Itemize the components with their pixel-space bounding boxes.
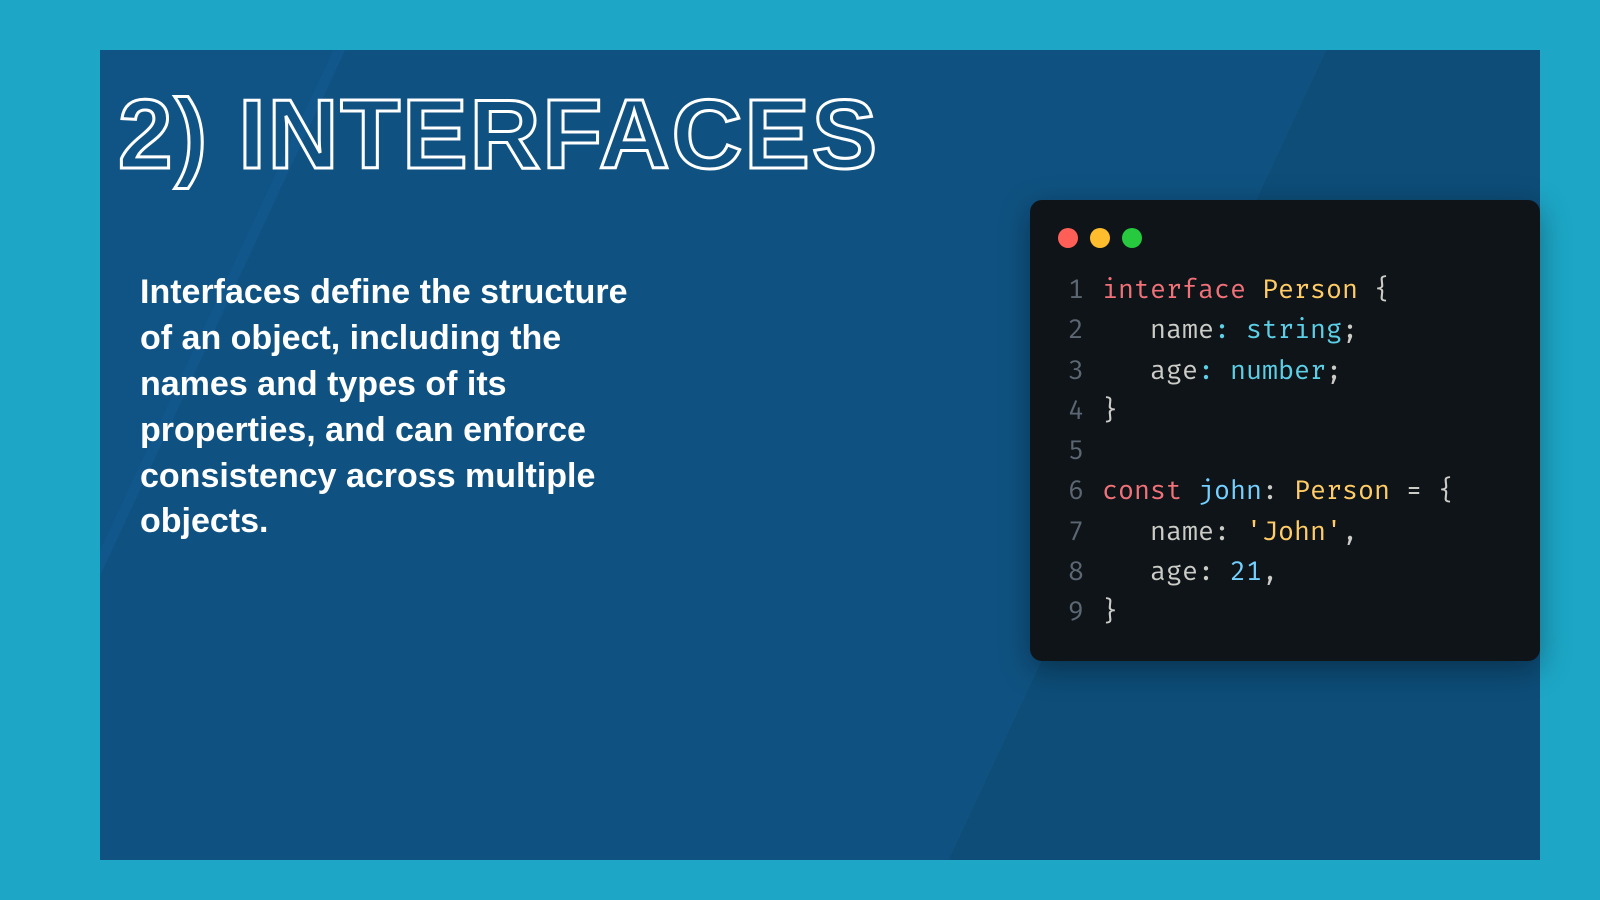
code-line: 5 [1050,431,1520,471]
code-text: name: 'John', [1102,512,1358,552]
line-number: 5 [1050,431,1084,471]
line-number: 3 [1050,351,1084,391]
code-line: 4} [1050,391,1520,431]
code-token: : [1214,314,1246,346]
code-token: 'John' [1246,516,1342,548]
code-text: age: 21, [1102,552,1278,592]
code-line: 8 age: 21, [1050,552,1520,592]
code-token: age [1102,355,1198,387]
code-token: Person [1294,475,1406,507]
code-line: 6 const john: Person = { [1050,471,1520,511]
code-token: Person [1262,274,1374,306]
line-number: 1 [1050,270,1084,310]
code-token: = { [1406,475,1454,507]
line-number: 8 [1050,552,1084,592]
code-token: name [1102,314,1214,346]
code-token: ; [1342,314,1358,346]
code-block: 1interface Person {2 name: string;3 age:… [1050,270,1520,633]
code-token: age [1102,556,1198,588]
line-number: 7 [1050,512,1084,552]
code-line: 9} [1050,592,1520,632]
code-token: const [1102,475,1198,507]
code-token: { [1374,274,1390,306]
code-token: 21 [1230,556,1262,588]
code-text: } [1102,592,1118,632]
code-token: : [1214,516,1246,548]
slide-description: Interfaces define the structure of an ob… [140,270,660,545]
code-token: name [1102,516,1214,548]
code-token: interface [1102,274,1262,306]
code-token: , [1262,556,1278,588]
code-token: } [1102,395,1118,427]
code-text: interface Person { [1102,270,1390,310]
slide-title: 2) INTERFACES [118,78,879,191]
code-text: name: string; [1102,310,1358,350]
code-line: 7 name: 'John', [1050,512,1520,552]
code-token: ; [1326,355,1342,387]
code-text: age: number; [1102,351,1342,391]
code-text: const john: Person = { [1102,471,1454,511]
code-token: : [1198,355,1230,387]
code-line: 2 name: string; [1050,310,1520,350]
code-token: : [1198,556,1230,588]
code-line: 3 age: number; [1050,351,1520,391]
code-token: john [1198,475,1262,507]
line-number: 4 [1050,391,1084,431]
window-traffic-lights [1050,220,1520,270]
code-token: : [1262,475,1294,507]
minimize-icon [1090,228,1110,248]
code-token: , [1342,516,1358,548]
code-token: } [1102,596,1118,628]
line-number: 2 [1050,310,1084,350]
line-number: 9 [1050,592,1084,632]
code-window: 1interface Person {2 name: string;3 age:… [1030,200,1540,661]
code-text: } [1102,391,1118,431]
code-token: number [1230,355,1326,387]
code-token: string [1246,314,1342,346]
close-icon [1058,228,1078,248]
code-line: 1 interface Person { [1050,270,1520,310]
maximize-icon [1122,228,1142,248]
line-number: 6 [1050,471,1084,511]
